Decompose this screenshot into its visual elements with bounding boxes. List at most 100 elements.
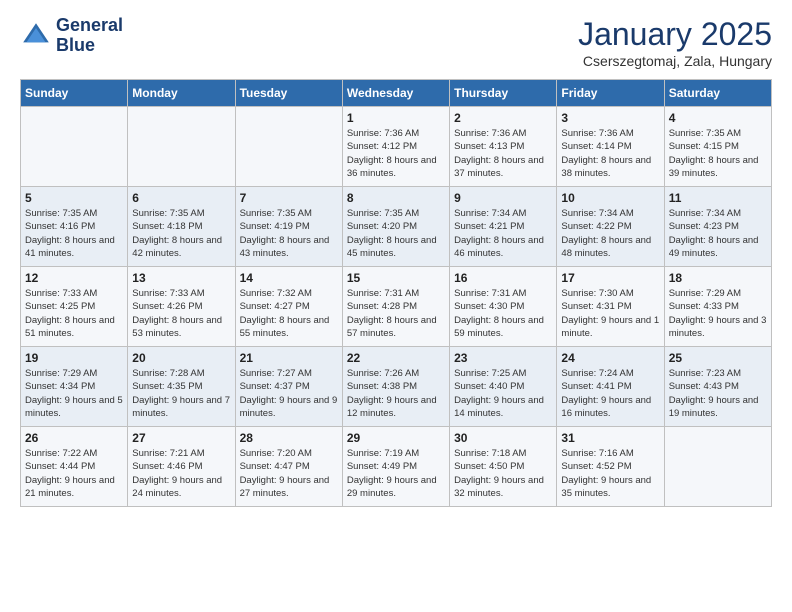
day-number: 25	[669, 351, 767, 365]
calendar-cell: 4 Sunrise: 7:35 AMSunset: 4:15 PMDaylight…	[664, 107, 771, 187]
day-number: 12	[25, 271, 123, 285]
day-info: Sunrise: 7:28 AMSunset: 4:35 PMDaylight:…	[132, 367, 230, 420]
logo-icon	[20, 20, 52, 52]
day-info: Sunrise: 7:35 AMSunset: 4:16 PMDaylight:…	[25, 207, 123, 260]
day-info: Sunrise: 7:16 AMSunset: 4:52 PMDaylight:…	[561, 447, 659, 500]
day-number: 15	[347, 271, 445, 285]
calendar-cell: 26 Sunrise: 7:22 AMSunset: 4:44 PMDayligh…	[21, 427, 128, 507]
calendar-cell: 22Sunrise: 7:26 AMSunset: 4:38 PMDayligh…	[342, 347, 449, 427]
logo-text: General Blue	[56, 16, 123, 56]
calendar-week-row: 1Sunrise: 7:36 AMSunset: 4:12 PMDaylight…	[21, 107, 772, 187]
day-info: Sunrise: 7:34 AMSunset: 4:22 PMDaylight:…	[561, 207, 659, 260]
day-info: Sunrise: 7:35 AMSunset: 4:20 PMDaylight:…	[347, 207, 445, 260]
day-info: Sunrise: 7:35 AMSunset: 4:15 PMDaylight:…	[669, 127, 767, 180]
day-info: Sunrise: 7:22 AMSunset: 4:44 PMDaylight:…	[25, 447, 123, 500]
calendar-cell: 3 Sunrise: 7:36 AMSunset: 4:14 PMDaylight…	[557, 107, 664, 187]
day-number: 24	[561, 351, 659, 365]
day-info: Sunrise: 7:24 AMSunset: 4:41 PMDaylight:…	[561, 367, 659, 420]
day-number: 10	[561, 191, 659, 205]
calendar-cell: 27Sunrise: 7:21 AMSunset: 4:46 PMDayligh…	[128, 427, 235, 507]
calendar-week-row: 12 Sunrise: 7:33 AMSunset: 4:25 PMDayligh…	[21, 267, 772, 347]
calendar-cell: 25 Sunrise: 7:23 AMSunset: 4:43 PMDayligh…	[664, 347, 771, 427]
day-number: 6	[132, 191, 230, 205]
calendar-table: Sunday Monday Tuesday Wednesday Thursday…	[20, 79, 772, 507]
calendar-cell	[21, 107, 128, 187]
day-info: Sunrise: 7:25 AMSunset: 4:40 PMDaylight:…	[454, 367, 552, 420]
day-number: 20	[132, 351, 230, 365]
day-info: Sunrise: 7:31 AMSunset: 4:30 PMDaylight:…	[454, 287, 552, 340]
calendar-cell: 1Sunrise: 7:36 AMSunset: 4:12 PMDaylight…	[342, 107, 449, 187]
day-info: Sunrise: 7:21 AMSunset: 4:46 PMDaylight:…	[132, 447, 230, 500]
day-number: 2	[454, 111, 552, 125]
calendar-cell: 10 Sunrise: 7:34 AMSunset: 4:22 PMDayligh…	[557, 187, 664, 267]
calendar-cell: 31 Sunrise: 7:16 AMSunset: 4:52 PMDayligh…	[557, 427, 664, 507]
day-number: 11	[669, 191, 767, 205]
day-info: Sunrise: 7:29 AMSunset: 4:33 PMDaylight:…	[669, 287, 767, 340]
logo-line1: General	[56, 16, 123, 36]
day-number: 29	[347, 431, 445, 445]
calendar-cell: 20 Sunrise: 7:28 AMSunset: 4:35 PMDayligh…	[128, 347, 235, 427]
calendar-cell	[235, 107, 342, 187]
calendar-week-row: 19Sunrise: 7:29 AMSunset: 4:34 PMDayligh…	[21, 347, 772, 427]
header-wednesday: Wednesday	[342, 80, 449, 107]
header-sunday: Sunday	[21, 80, 128, 107]
header-tuesday: Tuesday	[235, 80, 342, 107]
calendar-cell	[664, 427, 771, 507]
calendar-cell: 21Sunrise: 7:27 AMSunset: 4:37 PMDayligh…	[235, 347, 342, 427]
day-number: 1	[347, 111, 445, 125]
day-number: 30	[454, 431, 552, 445]
calendar-cell: 11Sunrise: 7:34 AMSunset: 4:23 PMDayligh…	[664, 187, 771, 267]
location-subtitle: Cserszegtomaj, Zala, Hungary	[578, 53, 772, 69]
title-block: January 2025 Cserszegtomaj, Zala, Hungar…	[578, 16, 772, 69]
day-number: 4	[669, 111, 767, 125]
day-info: Sunrise: 7:36 AMSunset: 4:14 PMDaylight:…	[561, 127, 659, 180]
day-number: 17	[561, 271, 659, 285]
day-info: Sunrise: 7:19 AMSunset: 4:49 PMDaylight:…	[347, 447, 445, 500]
day-info: Sunrise: 7:35 AMSunset: 4:18 PMDaylight:…	[132, 207, 230, 260]
day-info: Sunrise: 7:33 AMSunset: 4:25 PMDaylight:…	[25, 287, 123, 340]
header-thursday: Thursday	[450, 80, 557, 107]
calendar-cell: 30 Sunrise: 7:18 AMSunset: 4:50 PMDayligh…	[450, 427, 557, 507]
header-monday: Monday	[128, 80, 235, 107]
calendar-cell: 5 Sunrise: 7:35 AMSunset: 4:16 PMDaylight…	[21, 187, 128, 267]
day-info: Sunrise: 7:30 AMSunset: 4:31 PMDaylight:…	[561, 287, 659, 340]
calendar-cell: 6 Sunrise: 7:35 AMSunset: 4:18 PMDaylight…	[128, 187, 235, 267]
header-friday: Friday	[557, 80, 664, 107]
calendar-cell: 16 Sunrise: 7:31 AMSunset: 4:30 PMDayligh…	[450, 267, 557, 347]
calendar-cell: 19Sunrise: 7:29 AMSunset: 4:34 PMDayligh…	[21, 347, 128, 427]
day-number: 23	[454, 351, 552, 365]
page-header: General Blue January 2025 Cserszegtomaj,…	[20, 16, 772, 69]
calendar-cell: 7Sunrise: 7:35 AMSunset: 4:19 PMDaylight…	[235, 187, 342, 267]
day-number: 28	[240, 431, 338, 445]
day-info: Sunrise: 7:32 AMSunset: 4:27 PMDaylight:…	[240, 287, 338, 340]
calendar-cell: 2 Sunrise: 7:36 AMSunset: 4:13 PMDaylight…	[450, 107, 557, 187]
weekday-header-row: Sunday Monday Tuesday Wednesday Thursday…	[21, 80, 772, 107]
calendar-cell: 15Sunrise: 7:31 AMSunset: 4:28 PMDayligh…	[342, 267, 449, 347]
logo-line2: Blue	[56, 36, 123, 56]
header-saturday: Saturday	[664, 80, 771, 107]
calendar-cell: 24 Sunrise: 7:24 AMSunset: 4:41 PMDayligh…	[557, 347, 664, 427]
calendar-cell	[128, 107, 235, 187]
day-number: 3	[561, 111, 659, 125]
day-number: 22	[347, 351, 445, 365]
day-number: 21	[240, 351, 338, 365]
day-number: 7	[240, 191, 338, 205]
day-number: 18	[669, 271, 767, 285]
month-title: January 2025	[578, 16, 772, 53]
day-number: 8	[347, 191, 445, 205]
day-number: 26	[25, 431, 123, 445]
day-info: Sunrise: 7:18 AMSunset: 4:50 PMDaylight:…	[454, 447, 552, 500]
day-number: 14	[240, 271, 338, 285]
calendar-cell: 14 Sunrise: 7:32 AMSunset: 4:27 PMDayligh…	[235, 267, 342, 347]
day-info: Sunrise: 7:34 AMSunset: 4:21 PMDaylight:…	[454, 207, 552, 260]
day-number: 31	[561, 431, 659, 445]
day-number: 5	[25, 191, 123, 205]
day-info: Sunrise: 7:29 AMSunset: 4:34 PMDaylight:…	[25, 367, 123, 420]
calendar-week-row: 26 Sunrise: 7:22 AMSunset: 4:44 PMDayligh…	[21, 427, 772, 507]
day-info: Sunrise: 7:23 AMSunset: 4:43 PMDaylight:…	[669, 367, 767, 420]
calendar-cell: 9Sunrise: 7:34 AMSunset: 4:21 PMDaylight…	[450, 187, 557, 267]
calendar-cell: 29 Sunrise: 7:19 AMSunset: 4:49 PMDayligh…	[342, 427, 449, 507]
day-info: Sunrise: 7:36 AMSunset: 4:13 PMDaylight:…	[454, 127, 552, 180]
day-number: 16	[454, 271, 552, 285]
calendar-cell: 28Sunrise: 7:20 AMSunset: 4:47 PMDayligh…	[235, 427, 342, 507]
